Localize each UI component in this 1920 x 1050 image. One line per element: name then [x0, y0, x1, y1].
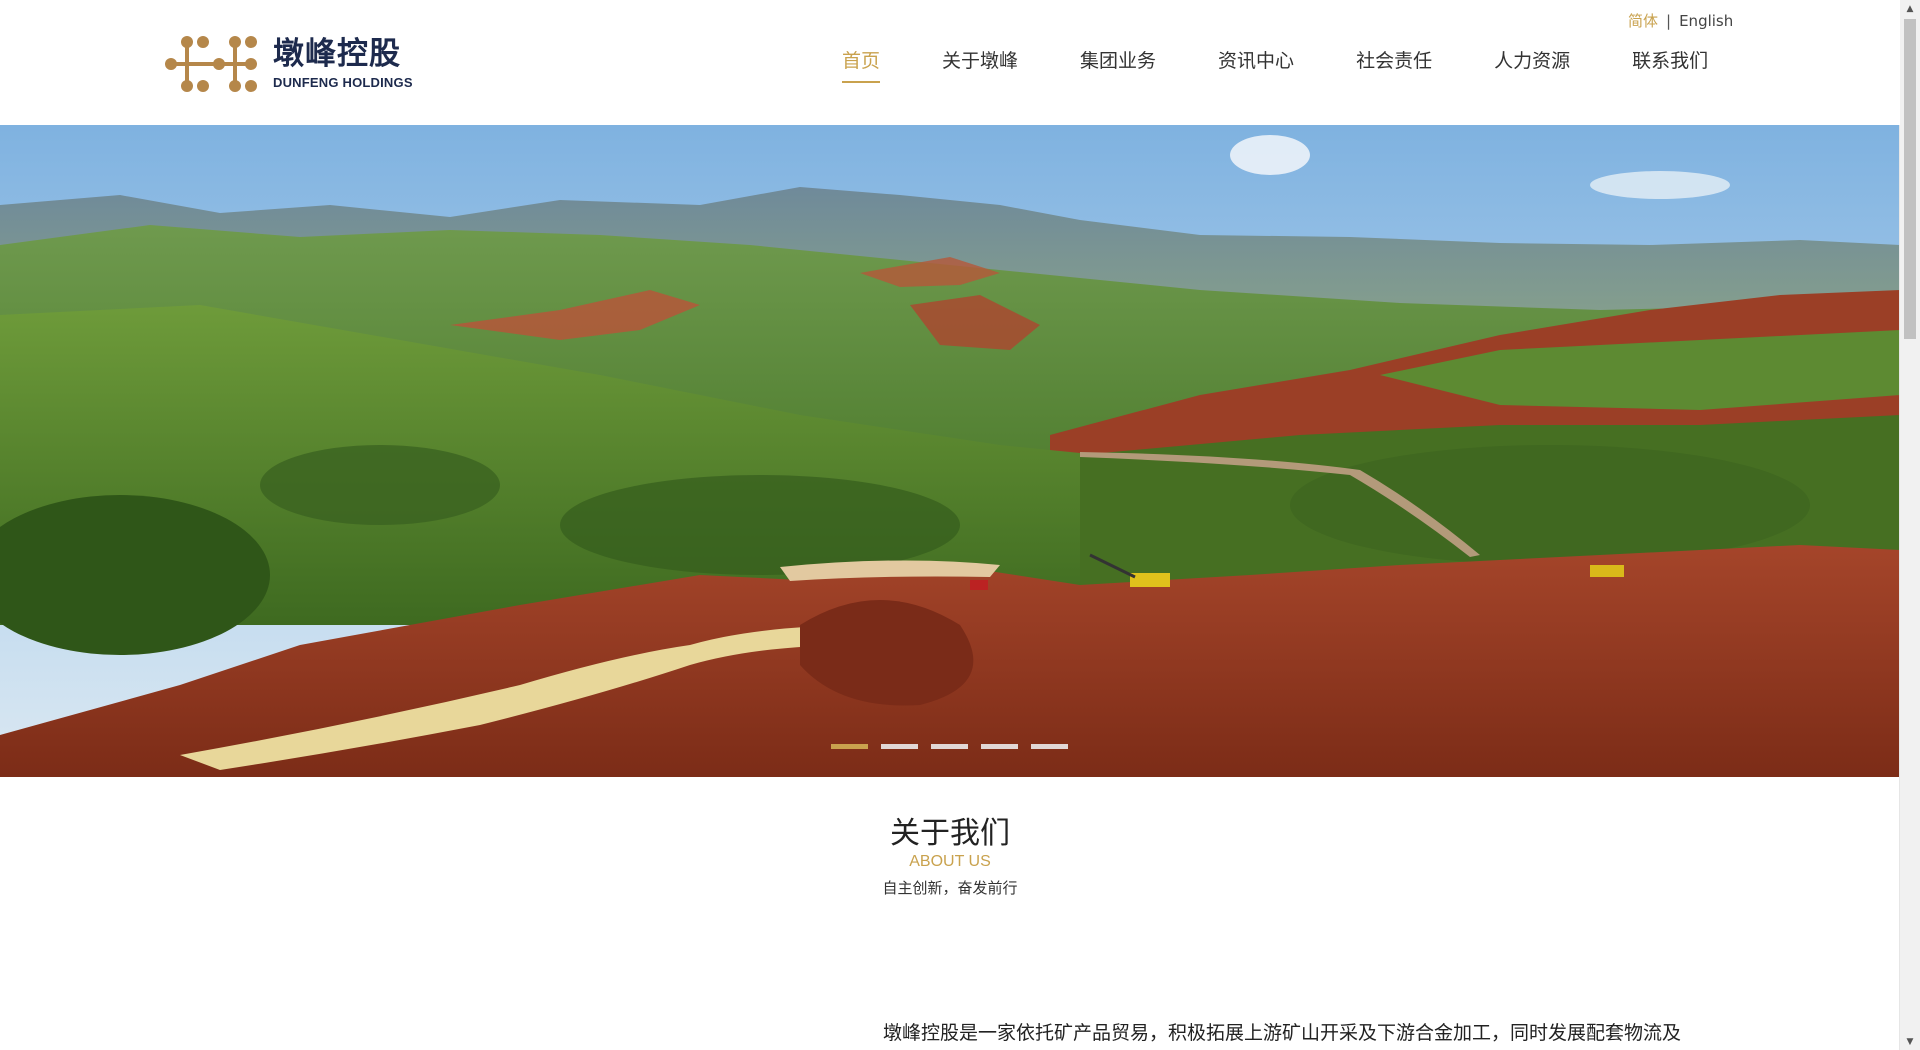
dunfeng-dots-logo-icon	[165, 36, 257, 92]
mining-landscape-image	[0, 125, 1900, 777]
arrow-up-icon[interactable]: ▲	[1900, 0, 1920, 17]
nav-item-about[interactable]: 关于墩峰	[942, 46, 1018, 83]
slider-dot-5[interactable]	[1031, 744, 1068, 749]
slider-dot-3[interactable]	[931, 744, 968, 749]
logo[interactable]: 墩峰控股 DUNFENG HOLDINGS	[163, 34, 423, 94]
slider-dots	[831, 744, 1081, 749]
about-tagline: 自主创新，奋发前行	[882, 879, 1018, 897]
nav-item-contact[interactable]: 联系我们	[1632, 46, 1708, 83]
arrow-down-icon[interactable]: ▼	[1900, 1033, 1920, 1050]
about-subtitle: ABOUT US	[909, 853, 991, 870]
nav-item-business[interactable]: 集团业务	[1080, 46, 1156, 83]
scrollbar-thumb[interactable]	[1904, 19, 1916, 339]
logo-text: 墩峰控股 DUNFENG HOLDINGS	[273, 36, 413, 90]
nav-item-home[interactable]: 首页	[842, 46, 881, 83]
page: 墩峰控股 DUNFENG HOLDINGS 简体 | English 首页 关于墩峰…	[0, 0, 1920, 1050]
site-header: 墩峰控股 DUNFENG HOLDINGS 简体 | English 首页 关于墩峰…	[0, 0, 1900, 125]
logo-name-cn: 墩峰控股	[273, 36, 401, 72]
hero-banner[interactable]	[0, 125, 1900, 777]
nav-item-hr[interactable]: 人力资源	[1494, 46, 1570, 83]
about-title: 关于我们	[890, 816, 1010, 851]
slider-dot-1[interactable]	[831, 744, 868, 749]
about-body-text: 墩峰控股是一家依托矿产品贸易，积极拓展上游矿山开采及下游合金加工，同时发展配套物…	[883, 1022, 1682, 1044]
language-switcher: 简体 | English	[1628, 10, 1733, 31]
lang-english[interactable]: English	[1679, 12, 1733, 30]
nav-item-responsibility[interactable]: 社会责任	[1356, 46, 1432, 83]
page-scrollbar[interactable]: ▲ ▼	[1899, 0, 1920, 1050]
lang-simplified[interactable]: 简体	[1628, 12, 1658, 30]
nav-item-news[interactable]: 资讯中心	[1218, 46, 1294, 83]
main-nav: 首页 关于墩峰 集团业务 资讯中心 社会责任 人力资源 联系我们	[842, 46, 1708, 83]
slider-dot-4[interactable]	[981, 744, 1018, 749]
slider-dot-2[interactable]	[881, 744, 918, 749]
lang-separator: |	[1666, 12, 1672, 30]
logo-name-en: DUNFENG HOLDINGS	[273, 75, 413, 90]
